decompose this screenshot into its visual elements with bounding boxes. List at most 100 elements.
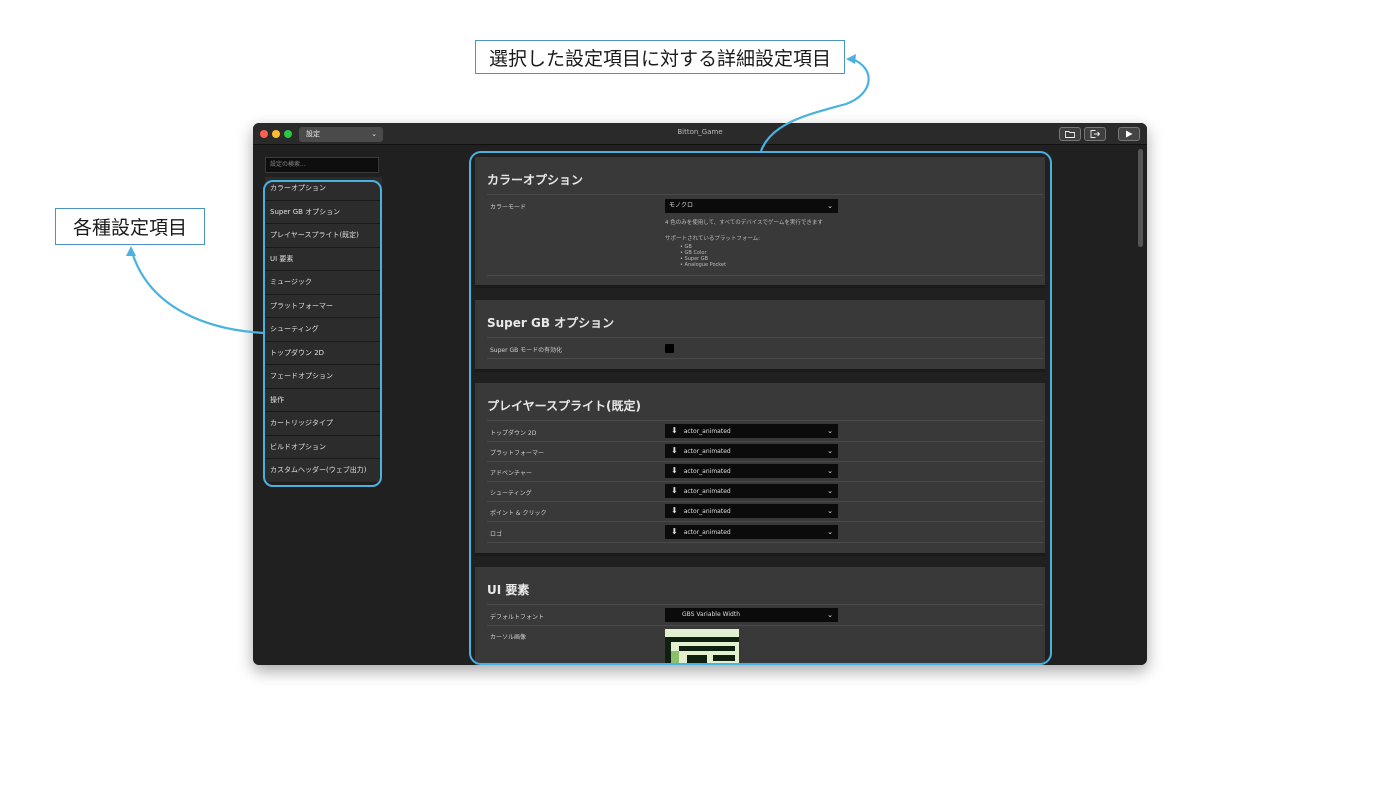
section-title-super-gb: Super GB オプション <box>487 316 615 330</box>
annotation-settings-categories: 各種設定項目 <box>55 208 205 245</box>
default-font-select[interactable]: GBS Variable Width ⌄ <box>665 608 838 622</box>
chevron-down-icon: ⌄ <box>827 611 833 619</box>
card-player-sprites: プレイヤースプライト(既定) トップダウン 2D ⬇ actor_animated… <box>475 383 1045 556</box>
section-title-color-options: カラーオプション <box>487 173 584 187</box>
sprite-select-logo[interactable]: ⬇ actor_animated ⌄ <box>665 525 838 539</box>
titlebar: 設定 ⌄ Bitton_Game <box>253 123 1147 145</box>
divider <box>487 481 1043 482</box>
chevron-down-icon: ⌄ <box>827 507 833 515</box>
arrow-to-category-label <box>130 251 265 335</box>
sidebar-item-cartridge-type[interactable]: カートリッジタイプ <box>265 412 382 436</box>
cursor-image-label: カーソル画像 <box>490 634 527 641</box>
sidebar-item-controls[interactable]: 操作 <box>265 389 382 412</box>
open-folder-button[interactable] <box>1059 127 1081 141</box>
divider <box>487 275 1043 276</box>
sprite-value: actor_animated <box>683 428 731 435</box>
sprite-select-shooter[interactable]: ⬇ actor_animated ⌄ <box>665 484 838 498</box>
play-icon <box>1126 130 1133 138</box>
download-icon: ⬇ <box>671 527 678 536</box>
divider <box>487 358 1043 359</box>
chevron-down-icon: ⌄ <box>827 528 833 536</box>
download-icon: ⬇ <box>671 486 678 495</box>
export-icon <box>1090 130 1101 138</box>
list-item: Analogue Pocket <box>680 262 727 268</box>
card-color-options: カラーオプション カラーモード モノクロ ⌄ 4 色のみを使用して、すべてのデバ… <box>475 157 1045 288</box>
chevron-down-icon: ⌄ <box>827 467 833 475</box>
chevron-down-icon: ⌄ <box>827 447 833 455</box>
sprite-select-adventure[interactable]: ⬇ actor_animated ⌄ <box>665 464 838 478</box>
section-title-player-sprites: プレイヤースプライト(既定) <box>487 399 642 413</box>
settings-nav: カラーオプション Super GB オプション プレイヤースプライト(既定) U… <box>265 177 382 483</box>
divider <box>487 194 1043 195</box>
download-icon: ⬇ <box>671 426 678 435</box>
super-gb-enable-checkbox[interactable] <box>665 344 674 353</box>
settings-window: 設定 ⌄ Bitton_Game 設定の検索... カラーオプション Super… <box>253 123 1147 665</box>
divider <box>487 461 1043 462</box>
section-title-ui-elements: UI 要素 <box>487 583 530 597</box>
divider <box>487 420 1043 421</box>
sprite-label-adventure: アドベンチャー <box>490 470 532 477</box>
color-mode-description: 4 色のみを使用して、すべてのデバイスでゲームを実行できます <box>665 220 823 226</box>
sidebar-item-custom-header[interactable]: カスタムヘッダー(ウェブ出力) <box>265 459 382 483</box>
color-mode-value: モノクロ <box>669 202 694 209</box>
sidebar-item-build-options[interactable]: ビルドオプション <box>265 436 382 459</box>
divider <box>487 337 1043 338</box>
play-button[interactable] <box>1118 127 1140 141</box>
divider <box>487 542 1043 543</box>
sprite-select-topdown[interactable]: ⬇ actor_animated ⌄ <box>665 424 838 438</box>
divider <box>487 441 1043 442</box>
sprite-value: actor_animated <box>683 488 731 495</box>
cursor-sprite-image <box>665 629 739 665</box>
settings-content: カラーオプション カラーモード モノクロ ⌄ 4 色のみを使用して、すべてのデバ… <box>475 157 1045 665</box>
card-super-gb: Super GB オプション Super GB モードの有効化 <box>475 300 1045 372</box>
window-title: Bitton_Game <box>677 128 723 136</box>
download-icon: ⬇ <box>671 466 678 475</box>
chevron-down-icon: ⌄ <box>827 487 833 495</box>
sprite-label-platformer: プラットフォーマー <box>490 450 545 457</box>
sidebar-item-platformer[interactable]: プラットフォーマー <box>265 295 382 318</box>
sidebar-item-ui-elements[interactable]: UI 要素 <box>265 248 382 271</box>
export-button[interactable] <box>1084 127 1106 141</box>
super-gb-enable-label: Super GB モードの有効化 <box>490 347 563 354</box>
content-scrollbar[interactable] <box>1138 149 1143 247</box>
sprite-label-point-click: ポイント & クリック <box>490 510 547 517</box>
sprite-label-topdown: トップダウン 2D <box>490 430 537 437</box>
divider <box>487 521 1043 522</box>
arrow-head-top <box>846 54 856 64</box>
card-ui-elements: UI 要素 デフォルトフォント GBS Variable Width ⌄ カーソ… <box>475 567 1045 665</box>
sprite-value: actor_animated <box>683 529 731 536</box>
sprite-label-logo: ロゴ <box>490 531 503 538</box>
chevron-down-icon: ⌄ <box>827 202 833 210</box>
color-mode-select[interactable]: モノクロ ⌄ <box>665 199 838 213</box>
chevron-down-icon: ⌄ <box>827 427 833 435</box>
default-font-label: デフォルトフォント <box>490 614 545 621</box>
divider <box>487 604 1043 605</box>
folder-icon <box>1065 131 1075 138</box>
download-icon: ⬇ <box>671 506 678 515</box>
sprite-select-point-click[interactable]: ⬇ actor_animated ⌄ <box>665 504 838 518</box>
settings-search-input[interactable]: 設定の検索... <box>265 157 379 173</box>
color-mode-label: カラーモード <box>490 204 527 211</box>
supported-platforms-label: サポートされているプラットフォーム: <box>665 236 761 242</box>
sprite-label-shooter: シューティング <box>490 490 532 497</box>
settings-sidebar: 設定の検索... カラーオプション Super GB オプション プレイヤースプ… <box>265 157 382 483</box>
sprite-value: actor_animated <box>683 508 731 515</box>
sprite-select-platformer[interactable]: ⬇ actor_animated ⌄ <box>665 444 838 458</box>
annotation-detail-settings: 選択した設定項目に対する詳細設定項目 <box>475 40 845 74</box>
download-icon: ⬇ <box>671 446 678 455</box>
arrow-head-left <box>126 246 136 256</box>
sidebar-item-topdown[interactable]: トップダウン 2D <box>265 342 382 365</box>
divider <box>487 501 1043 502</box>
sprite-value: actor_animated <box>683 448 731 455</box>
sidebar-item-fade-options[interactable]: フェードオプション <box>265 365 382 389</box>
sidebar-item-color-options[interactable]: カラーオプション <box>265 177 382 201</box>
divider <box>487 625 1043 626</box>
sidebar-item-shooter[interactable]: シューティング <box>265 318 382 342</box>
supported-platforms-list: GB GB Color Super GB Analogue Pocket <box>680 244 727 268</box>
sidebar-item-music[interactable]: ミュージック <box>265 271 382 295</box>
default-font-value: GBS Variable Width <box>682 611 741 618</box>
sidebar-item-super-gb[interactable]: Super GB オプション <box>265 201 382 224</box>
sprite-value: actor_animated <box>683 468 731 475</box>
sidebar-item-player-sprites[interactable]: プレイヤースプライト(既定) <box>265 224 382 248</box>
cursor-image-preview[interactable] <box>665 629 739 665</box>
